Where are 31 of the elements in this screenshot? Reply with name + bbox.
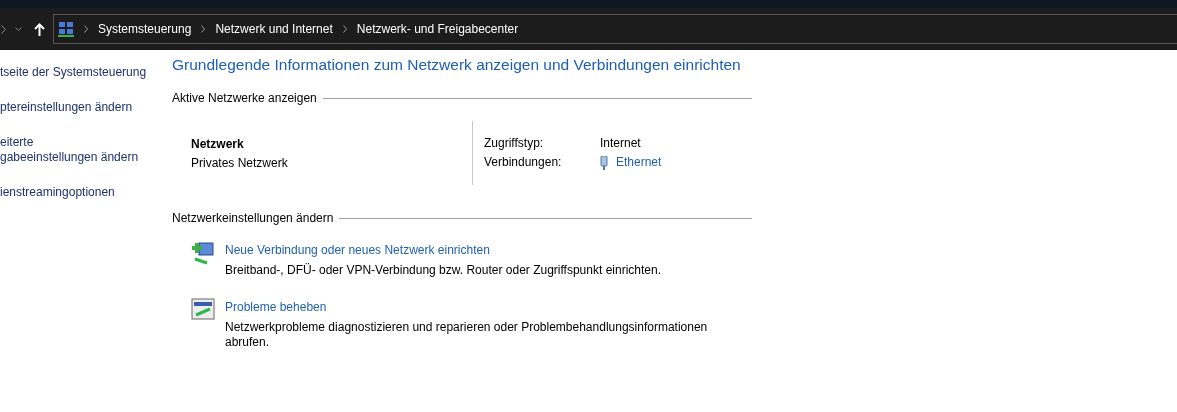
sidebar-link[interactable]: ptereinstellungen ändern bbox=[0, 100, 172, 115]
up-arrow-icon[interactable] bbox=[34, 22, 45, 36]
property-label: Verbindungen: bbox=[484, 154, 563, 172]
task-description: Netzwerkprobleme diagnostizieren und reparieren oder Problembehandlungsinformationen abrufen. bbox=[225, 320, 709, 351]
network-category: Privates Netzwerk bbox=[191, 155, 289, 173]
ethernet-icon bbox=[600, 155, 608, 170]
breadcrumb-item[interactable]: Netzwerk- und Freigabecenter bbox=[356, 20, 519, 38]
task-link[interactable]: Neue Verbindung oder neues Netzwerk einrichten bbox=[225, 241, 725, 260]
section-heading: Aktive Netzwerke anzeigen bbox=[172, 90, 317, 108]
chevron-icon bbox=[342, 25, 347, 33]
network-icon bbox=[58, 21, 74, 37]
page-title: Grundlegende Informationen zum Netzwerk anzeigen und Verbindungen einrichten bbox=[172, 55, 742, 75]
task-link[interactable]: Probleme beheben bbox=[225, 298, 725, 317]
property-value: Internet bbox=[600, 135, 641, 153]
troubleshoot-icon bbox=[191, 298, 215, 321]
connection-link[interactable]: Ethernet bbox=[616, 153, 662, 173]
address-bar[interactable]: Systemsteuerung Netzwerk und Internet Netzwerk- und Freigabecenter bbox=[53, 14, 1177, 44]
chevron-icon bbox=[84, 25, 88, 33]
sidebar-link[interactable]: tseite der Systemsteuerung bbox=[0, 65, 172, 80]
task-description: Breitband-, DFÜ- oder VPN-Verbindung bzw. Router oder Zugriffspunkt einrichten. bbox=[225, 263, 662, 279]
chevron-icon bbox=[201, 25, 206, 33]
network-name: Netzwerk bbox=[191, 136, 245, 154]
breadcrumb-item[interactable]: Netzwerk und Internet bbox=[215, 20, 333, 38]
network-add-icon bbox=[191, 241, 215, 266]
property-label: Zugriffstyp: bbox=[484, 135, 545, 153]
breadcrumb-item[interactable]: Systemsteuerung bbox=[98, 20, 192, 38]
sidebar-link[interactable]: ienstreamingoptionen bbox=[0, 185, 172, 200]
sidebar-link[interactable]: eiterte gabeeinstellungen ändern bbox=[0, 135, 172, 165]
section-heading: Netzwerkeinstellungen ändern bbox=[172, 210, 334, 228]
dropdown-icon[interactable] bbox=[15, 27, 22, 31]
forward-icon[interactable] bbox=[1, 24, 6, 34]
